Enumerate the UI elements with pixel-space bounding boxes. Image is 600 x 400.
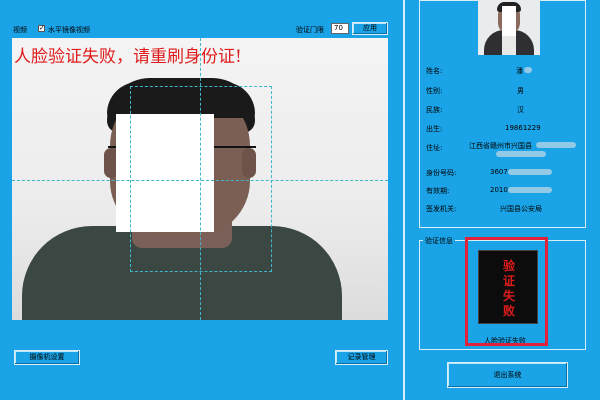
camera-video-feed: 人脸验证失败，请重刷身份证!: [12, 38, 388, 320]
gender-label: 性别:: [426, 87, 443, 95]
id-photo-privacy-mask: [502, 6, 516, 36]
issuer-label: 签发机关:: [426, 205, 457, 213]
threshold-label: 验证门限: [296, 26, 324, 34]
birth-value: 19861229: [505, 124, 541, 132]
mirror-checkbox[interactable]: ✓: [38, 25, 45, 32]
video-label: 视频: [13, 26, 27, 34]
records-button[interactable]: 记录管理: [335, 350, 388, 365]
address-redaction-1: [536, 142, 576, 148]
id-photo: [478, 0, 540, 55]
id-number-value: 3607: [490, 168, 508, 176]
exit-system-button[interactable]: 退出系统: [447, 362, 568, 388]
issuer-value: 兴国县公安局: [500, 205, 542, 213]
gender-value: 男: [517, 87, 524, 95]
mirror-checkbox-label: 水平镜像视频: [48, 26, 90, 34]
apply-button[interactable]: 应用: [352, 22, 388, 35]
verify-group-label: 验证信息: [423, 236, 455, 246]
address-label: 住址:: [426, 144, 443, 152]
verification-alert-text: 人脸验证失败，请重刷身份证!: [14, 47, 242, 67]
address-value: 江西省赣州市兴国县: [469, 142, 532, 150]
id-number-redaction: [508, 169, 552, 175]
name-value: 潘: [516, 67, 523, 75]
address-redaction-2: [496, 151, 546, 157]
verify-highlight-box: [465, 237, 548, 346]
panel-divider: [403, 0, 405, 400]
birth-label: 出生:: [426, 125, 443, 133]
crosshair-vertical: [200, 38, 201, 320]
ethnicity-value: 汉: [517, 106, 524, 114]
ethnicity-label: 民族:: [426, 106, 443, 114]
validity-redaction: [508, 187, 552, 193]
id-photo-shirt: [502, 34, 516, 55]
validity-label: 有效期:: [426, 187, 450, 195]
name-redaction: [524, 67, 532, 73]
camera-settings-button[interactable]: 摄像机设置: [14, 350, 80, 365]
validity-value: 2010: [490, 186, 508, 194]
threshold-input[interactable]: 70: [331, 23, 349, 34]
id-number-label: 身份号码:: [426, 169, 457, 177]
face-detection-box: [130, 86, 272, 272]
name-label: 姓名:: [426, 67, 443, 75]
